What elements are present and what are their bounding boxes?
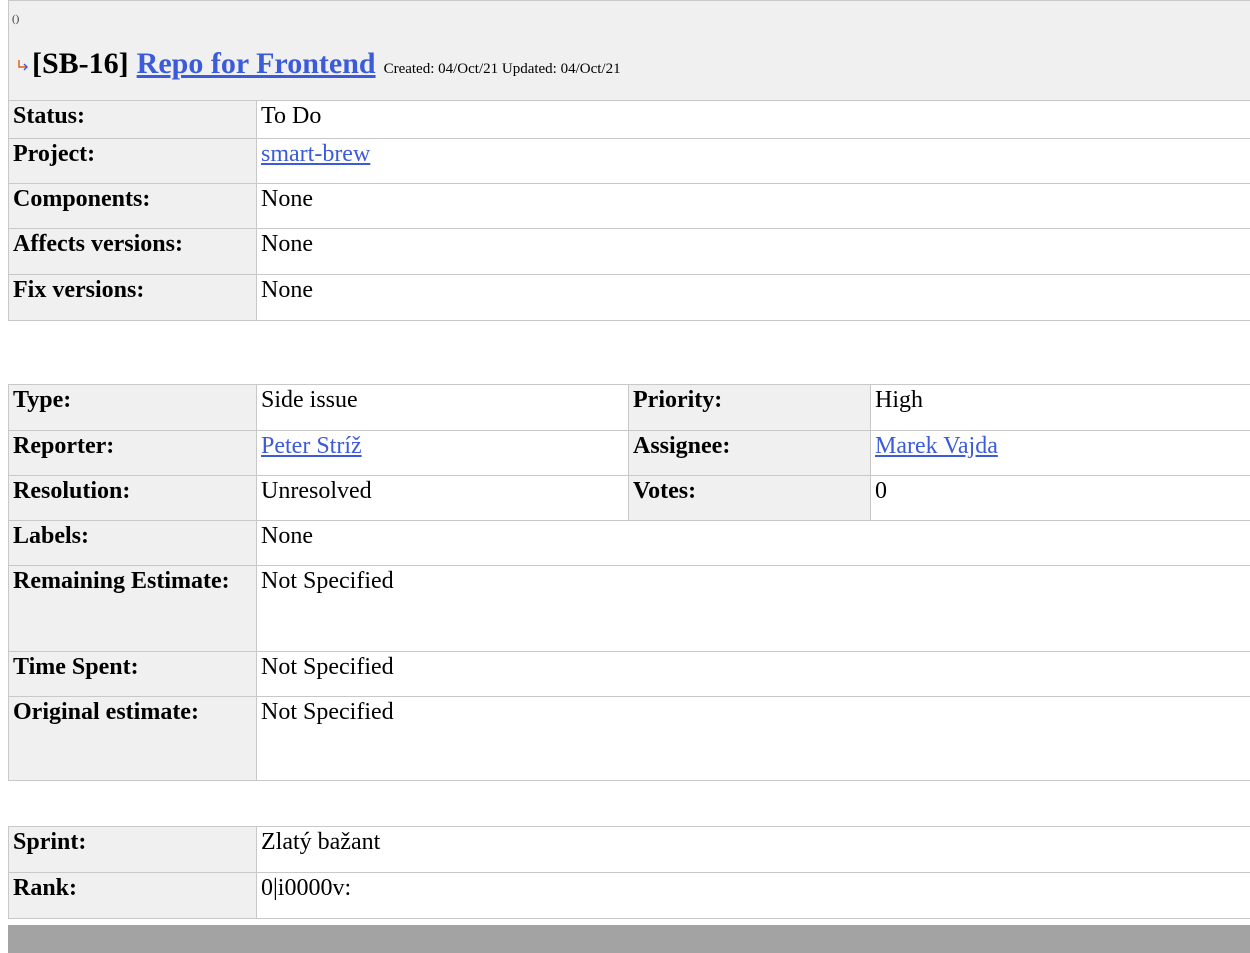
details-row-type-priority: Type: Side issue Priority: High: [8, 384, 1250, 431]
summary-table: Status: To Do Project: smart-brew Compon…: [8, 100, 1250, 321]
details-table: Type: Side issue Priority: High Reporter…: [8, 384, 1250, 781]
resolution-label: Resolution:: [8, 475, 257, 521]
agile-table: Sprint: Zlatý bažant Rank: 0|i0000v:: [8, 826, 1250, 919]
remaining-estimate-value: Not Specified: [256, 565, 1250, 652]
footer-bar: [8, 925, 1250, 953]
components-value: None: [256, 183, 1250, 229]
type-label: Type:: [8, 384, 257, 431]
priority-value: High: [870, 384, 1250, 431]
labels-value: None: [256, 520, 1250, 566]
field-label: Components:: [8, 183, 257, 229]
rank-label: Rank:: [8, 872, 257, 919]
details-row-remaining-estimate: Remaining Estimate: Not Specified: [8, 565, 1250, 652]
labels-label: Labels:: [8, 520, 257, 566]
assignee-link[interactable]: Marek Vajda: [875, 433, 998, 459]
sprint-value: Zlatý bažant: [256, 826, 1250, 873]
issue-dates: Created: 04/Oct/21 Updated: 04/Oct/21: [383, 61, 621, 77]
field-row-fix-versions: Fix versions: None: [8, 274, 1250, 321]
time-spent-label: Time Spent:: [8, 651, 257, 697]
status-value: To Do: [256, 100, 1250, 139]
sprint-label: Sprint:: [8, 826, 257, 873]
reporter-link[interactable]: Peter Stríž: [261, 433, 362, 459]
details-row-labels: Labels: None: [8, 520, 1250, 566]
affects-versions-value: None: [256, 228, 1250, 275]
assignee-label: Assignee:: [628, 430, 871, 476]
remaining-estimate-label: Remaining Estimate:: [8, 565, 257, 652]
details-row-resolution-votes: Resolution: Unresolved Votes: 0: [8, 475, 1250, 521]
field-label: Fix versions:: [8, 274, 257, 321]
issue-heading: [SB-16] Repo for Frontend Created: 04/Oc…: [16, 47, 621, 81]
resolution-value: Unresolved: [256, 475, 629, 521]
reporter-label: Reporter:: [8, 430, 257, 476]
field-row-project: Project: smart-brew: [8, 138, 1250, 184]
original-estimate-label: Original estimate:: [8, 696, 257, 781]
field-row-components: Components: None: [8, 183, 1250, 229]
issue-header: () [SB-16] Repo for Frontend Created: 04…: [8, 0, 1250, 101]
original-estimate-value: Not Specified: [256, 696, 1250, 781]
priority-label: Priority:: [628, 384, 871, 431]
field-label: Status:: [8, 100, 257, 139]
details-row-reporter-assignee: Reporter: Peter Stríž Assignee: Marek Va…: [8, 430, 1250, 476]
field-row-affects-versions: Affects versions: None: [8, 228, 1250, 275]
type-value: Side issue: [256, 384, 629, 431]
issue-title-link[interactable]: Repo for Frontend: [137, 47, 376, 81]
details-row-time-spent: Time Spent: Not Specified: [8, 651, 1250, 697]
breadcrumb: (): [12, 13, 20, 25]
field-label: Affects versions:: [8, 228, 257, 275]
issue-key: [SB-16]: [32, 47, 129, 80]
field-row-status: Status: To Do: [8, 100, 1250, 139]
agile-row-sprint: Sprint: Zlatý bažant: [8, 826, 1250, 873]
subtask-arrow-icon: [16, 59, 30, 73]
field-label: Project:: [8, 138, 257, 184]
votes-value: 0: [870, 475, 1250, 521]
rank-value: 0|i0000v:: [256, 872, 1250, 919]
fix-versions-value: None: [256, 274, 1250, 321]
details-row-original-estimate: Original estimate: Not Specified: [8, 696, 1250, 781]
agile-row-rank: Rank: 0|i0000v:: [8, 872, 1250, 919]
time-spent-value: Not Specified: [256, 651, 1250, 697]
project-link[interactable]: smart-brew: [261, 141, 370, 167]
votes-label: Votes:: [628, 475, 871, 521]
